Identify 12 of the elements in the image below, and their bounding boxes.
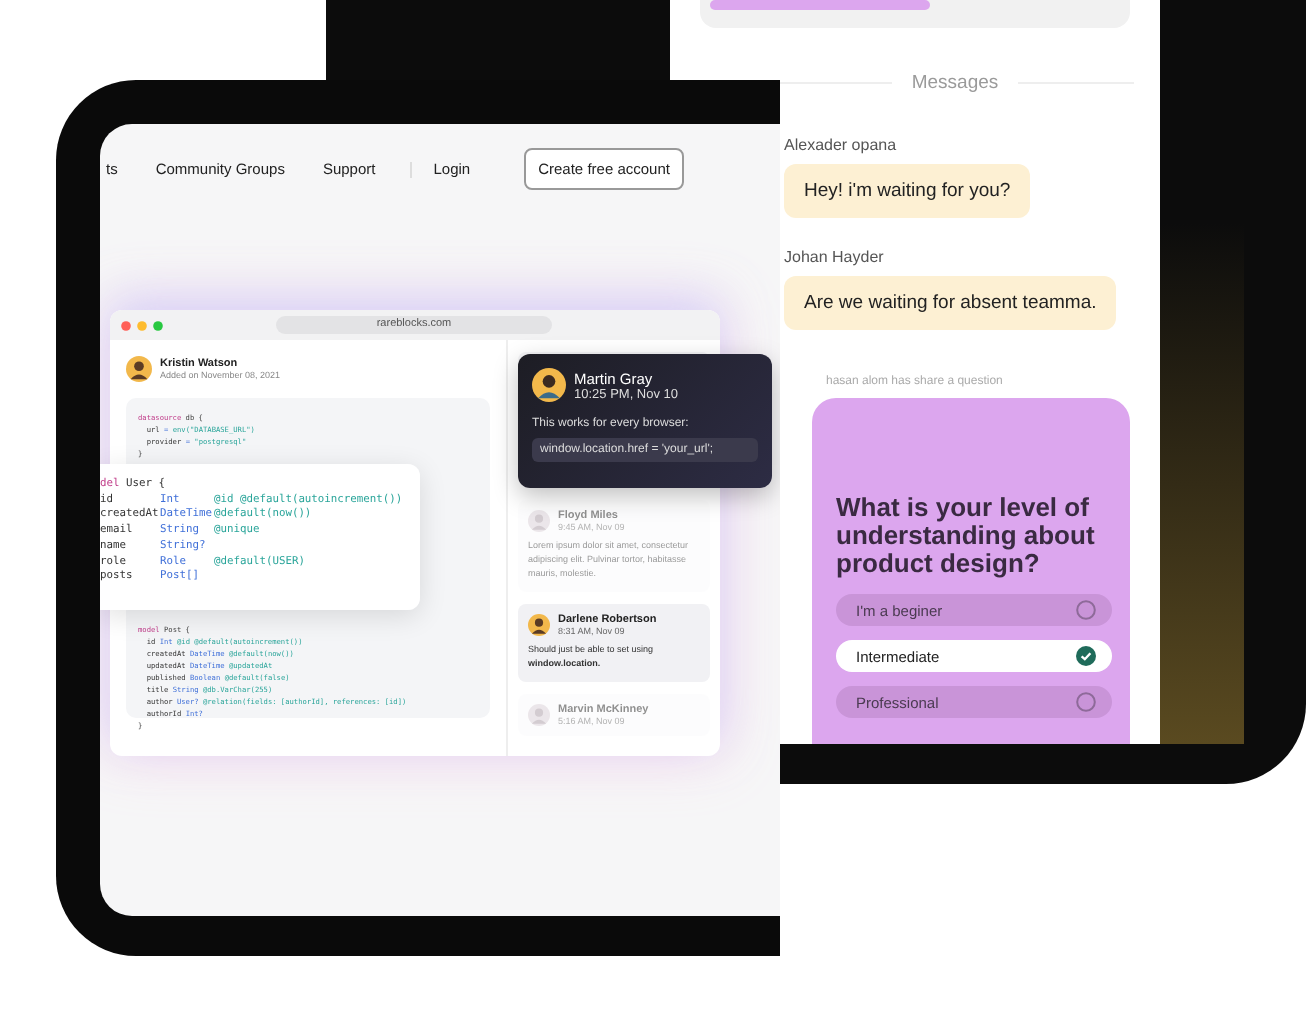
avatar-icon <box>528 510 550 532</box>
avatar-icon <box>532 368 566 402</box>
avatar-icon <box>126 356 152 382</box>
window-controls-icon[interactable] <box>120 319 168 331</box>
avatar-icon <box>528 613 550 636</box>
sender-name: Alexader opana <box>784 136 899 154</box>
section-heading: Messages <box>911 72 999 94</box>
message-bubble: Are we waiting for absent teamma. <box>784 276 1117 330</box>
sender-name: Johan Hayder <box>784 248 886 266</box>
avatar-icon <box>528 703 550 726</box>
message-bubble: Hey! i'm waiting for you? <box>784 164 1031 218</box>
question-text: What is your level of understanding about product design? <box>836 494 1097 579</box>
